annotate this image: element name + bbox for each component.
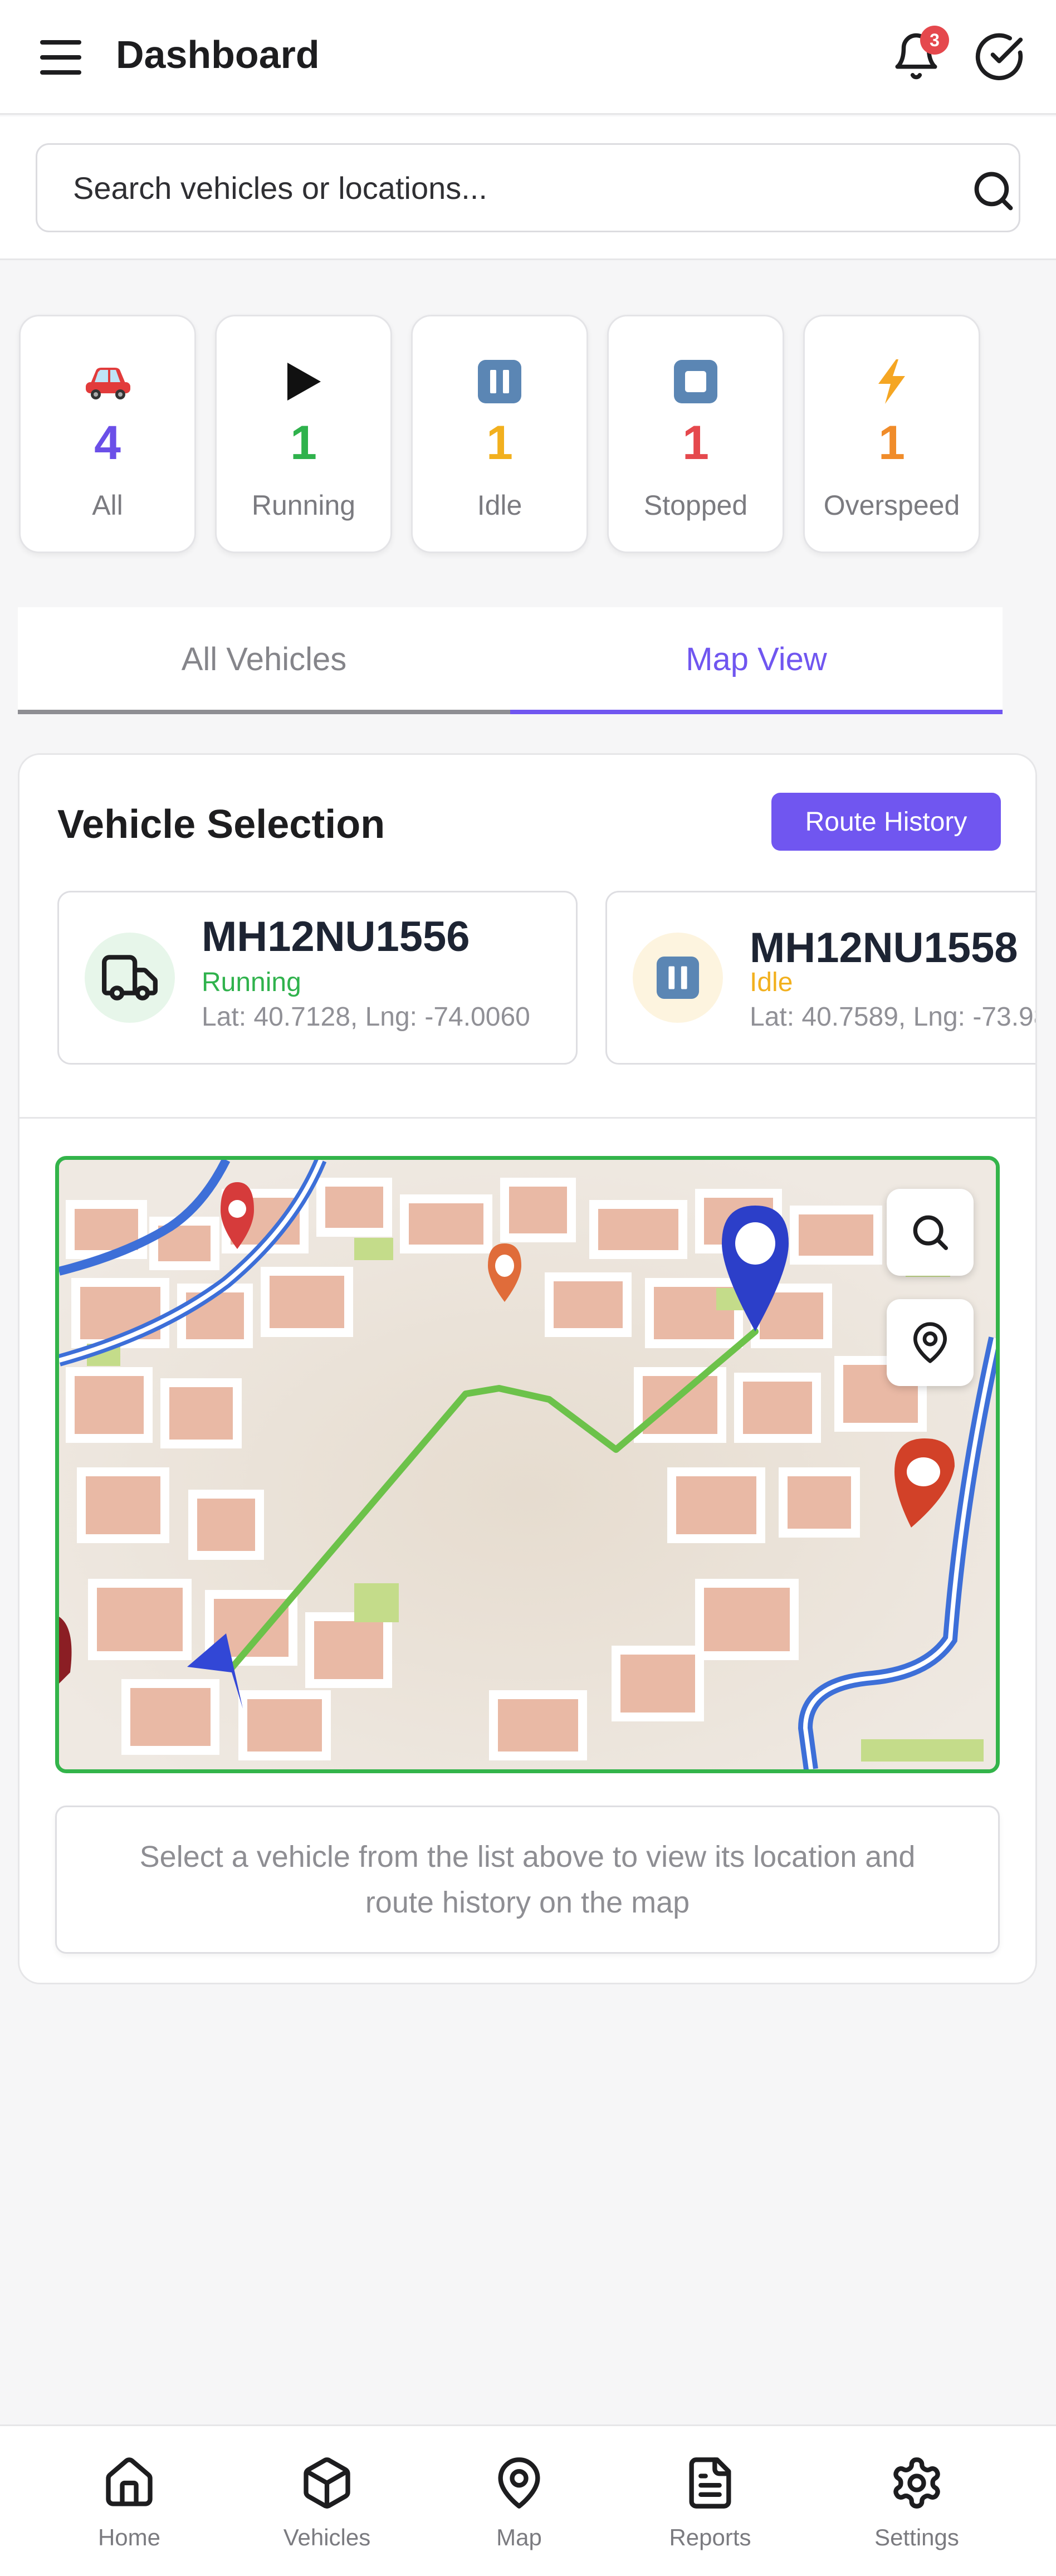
nav-label: Map bbox=[496, 2524, 542, 2550]
stat-label-all: All bbox=[92, 490, 123, 521]
gear-icon bbox=[893, 2457, 940, 2509]
pause-icon bbox=[633, 933, 723, 1023]
bottom-nav: Home Vehicles Map Reports Settings bbox=[0, 2424, 1056, 2576]
vehicle-coordinates: Lat: 40.7589, Lng: -73.9851 bbox=[750, 1002, 1035, 1032]
stat-label-stopped: Stopped bbox=[643, 490, 748, 521]
menu-icon[interactable] bbox=[40, 40, 84, 75]
home-icon bbox=[106, 2457, 153, 2506]
stop-icon bbox=[609, 357, 783, 407]
nav-label: Vehicles bbox=[283, 2524, 371, 2550]
stat-card-all[interactable]: 4 All bbox=[19, 315, 196, 553]
search-icon bbox=[913, 1215, 948, 1250]
stat-count-stopped: 1 bbox=[682, 416, 709, 470]
app-header: Dashboard 3 bbox=[0, 0, 1056, 115]
vehicle-card[interactable]: MH12NU1556 Running Lat: 40.7128, Lng: -7… bbox=[57, 891, 578, 1065]
tab-map-view[interactable]: Map View bbox=[510, 607, 1003, 714]
notification-badge: 3 bbox=[920, 26, 949, 55]
vehicle-selection-panel: Vehicle Selection Route History MH12NU15… bbox=[18, 753, 1037, 1984]
nav-item-settings[interactable]: Settings bbox=[833, 2426, 1000, 2576]
location-pin-icon bbox=[913, 1322, 947, 1363]
stat-card-stopped[interactable]: 1 Stopped bbox=[607, 315, 784, 553]
page-title: Dashboard bbox=[116, 33, 320, 76]
stat-count-all: 4 bbox=[94, 416, 121, 470]
map-locate-button[interactable] bbox=[887, 1299, 974, 1386]
stat-label-running: Running bbox=[251, 490, 356, 521]
document-icon bbox=[689, 2457, 731, 2509]
view-tabs: All Vehicles Map View bbox=[18, 607, 1003, 714]
stat-count-idle: 1 bbox=[486, 416, 513, 470]
stat-label-idle: Idle bbox=[477, 490, 522, 521]
divider bbox=[19, 1117, 1035, 1119]
nav-label: Settings bbox=[874, 2524, 959, 2550]
stat-count-overspeed: 1 bbox=[878, 416, 905, 470]
check-circle-icon[interactable] bbox=[974, 31, 1025, 82]
map-pin-icon bbox=[498, 2457, 540, 2509]
map-hint-message: Select a vehicle from the list above to … bbox=[55, 1806, 1000, 1954]
pause-icon bbox=[413, 357, 586, 407]
stat-count-running: 1 bbox=[290, 416, 317, 470]
vehicle-coordinates: Lat: 40.7128, Lng: -74.0060 bbox=[202, 1002, 530, 1032]
lightning-icon bbox=[805, 357, 979, 407]
car-icon bbox=[21, 357, 194, 407]
stat-card-overspeed[interactable]: 1 Overspeed bbox=[803, 315, 980, 553]
nav-item-reports[interactable]: Reports bbox=[627, 2426, 794, 2576]
vehicle-status: Running bbox=[202, 968, 301, 997]
nav-label: Home bbox=[97, 2524, 161, 2550]
search-input[interactable] bbox=[73, 170, 908, 205]
map-illustration bbox=[59, 1160, 996, 1769]
vehicle-plate: MH12NU1556 bbox=[202, 913, 470, 960]
search-icon[interactable] bbox=[970, 167, 1018, 215]
stat-label-overspeed: Overspeed bbox=[823, 490, 960, 521]
play-icon bbox=[217, 357, 390, 407]
search-section bbox=[0, 116, 1056, 260]
stat-card-idle[interactable]: 1 Idle bbox=[411, 315, 588, 553]
tab-all-vehicles[interactable]: All Vehicles bbox=[18, 607, 510, 714]
search-bar[interactable] bbox=[36, 143, 1020, 232]
panel-title: Vehicle Selection bbox=[57, 802, 385, 847]
nav-item-map[interactable]: Map bbox=[436, 2426, 603, 2576]
box-icon bbox=[304, 2457, 350, 2509]
map-search-button[interactable] bbox=[887, 1189, 974, 1276]
route-history-button[interactable]: Route History bbox=[771, 793, 1001, 851]
stat-card-running[interactable]: 1 Running bbox=[215, 315, 392, 553]
nav-item-home[interactable]: Home bbox=[46, 2426, 213, 2576]
vehicle-status: Idle bbox=[750, 968, 793, 997]
vehicle-card[interactable]: MH12NU1558 Idle Lat: 40.7589, Lng: -73.9… bbox=[605, 891, 1035, 1065]
nav-item-vehicles[interactable]: Vehicles bbox=[243, 2426, 410, 2576]
vehicle-plate: MH12NU1558 bbox=[750, 924, 1018, 972]
map-view[interactable] bbox=[55, 1156, 1000, 1773]
nav-label: Reports bbox=[669, 2524, 751, 2550]
truck-icon bbox=[85, 933, 175, 1023]
